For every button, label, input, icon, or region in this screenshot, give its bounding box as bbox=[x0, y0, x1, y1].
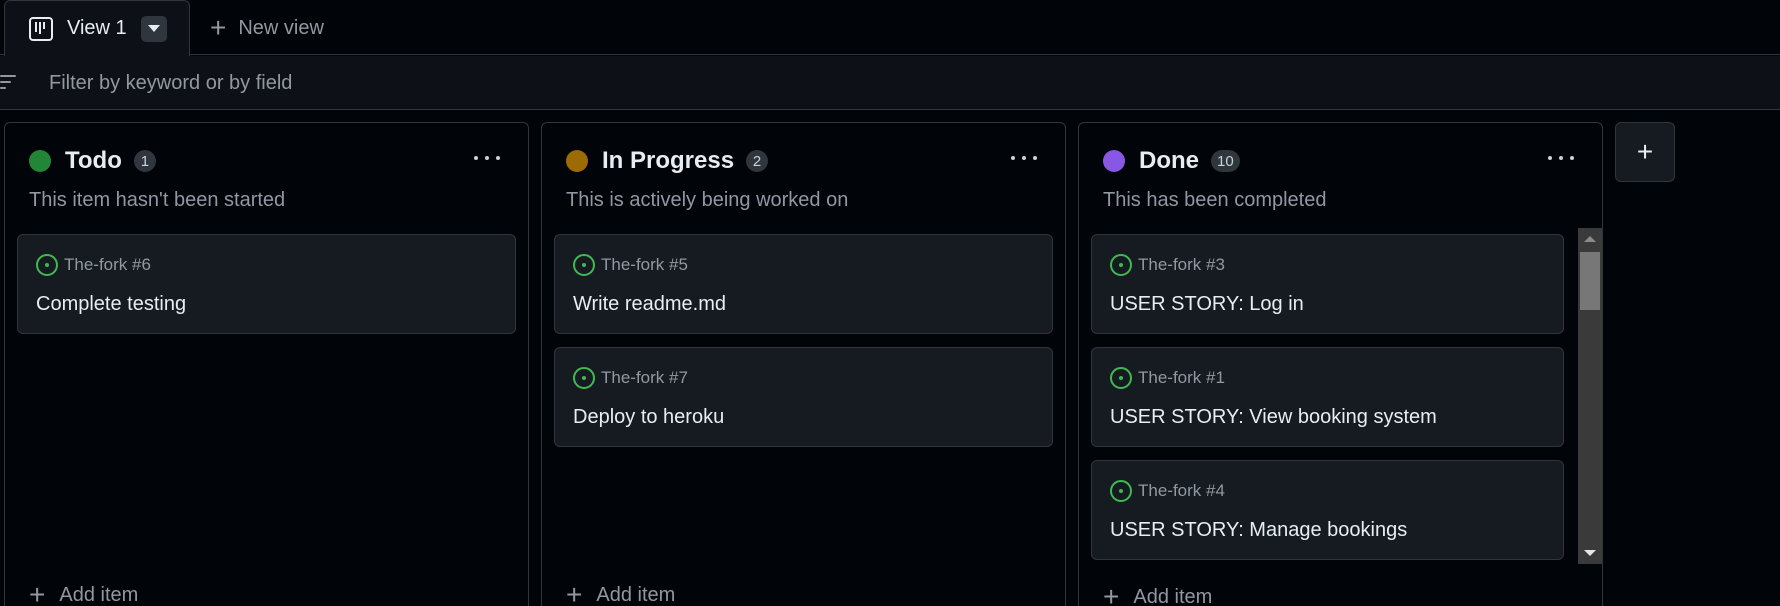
count-badge: 10 bbox=[1211, 150, 1240, 172]
issue-opened-icon bbox=[1110, 367, 1132, 389]
add-item-button[interactable]: + Add item bbox=[1103, 583, 1212, 606]
card-ref: The-fork #3 bbox=[1138, 255, 1225, 274]
issue-card[interactable]: The-fork #6 Complete testing bbox=[17, 234, 516, 334]
add-column-button[interactable]: + bbox=[1615, 122, 1675, 182]
column-menu-button[interactable] bbox=[1548, 153, 1574, 163]
add-item-label: Add item bbox=[1133, 585, 1213, 606]
add-item-label: Add item bbox=[596, 583, 676, 606]
column-description: This has been completed bbox=[1103, 189, 1327, 211]
issue-opened-icon bbox=[573, 254, 595, 276]
column-header: Todo 1 bbox=[29, 147, 156, 175]
column-header: In Progress 2 bbox=[566, 147, 769, 175]
column-done: Done 10 This has been completed The-fork… bbox=[1078, 122, 1603, 606]
card-ref: The-fork #1 bbox=[1138, 368, 1225, 387]
filter-bar: Filter by keyword or by field bbox=[0, 56, 1780, 110]
new-view-button[interactable]: + New view bbox=[210, 12, 324, 44]
scrollbar-thumb[interactable] bbox=[1580, 252, 1600, 310]
card-title[interactable]: USER STORY: View booking system bbox=[1110, 406, 1437, 429]
card-ref: The-fork #6 bbox=[64, 255, 151, 274]
issue-card[interactable]: The-fork #5 Write readme.md bbox=[554, 234, 1053, 334]
column-header: Done 10 bbox=[1103, 147, 1240, 175]
issue-card[interactable]: The-fork #4 USER STORY: Manage bookings bbox=[1091, 460, 1564, 560]
card-title[interactable]: Write readme.md bbox=[573, 293, 726, 316]
issue-opened-icon bbox=[573, 367, 595, 389]
scroll-down-icon[interactable] bbox=[1584, 550, 1596, 556]
filter-input[interactable]: Filter by keyword or by field bbox=[49, 72, 292, 95]
issue-opened-icon bbox=[1110, 480, 1132, 502]
filter-icon[interactable] bbox=[0, 75, 16, 91]
count-badge: 2 bbox=[746, 150, 769, 172]
column-title: Todo bbox=[65, 147, 122, 174]
add-item-button[interactable]: + Add item bbox=[29, 581, 138, 606]
project-board-icon bbox=[29, 16, 53, 41]
issue-card[interactable]: The-fork #7 Deploy to heroku bbox=[554, 347, 1053, 447]
status-dot-icon bbox=[29, 150, 51, 172]
card-meta: The-fork #7 bbox=[573, 367, 688, 389]
card-ref: The-fork #7 bbox=[601, 368, 688, 387]
plus-icon: + bbox=[1636, 136, 1654, 167]
issue-card[interactable]: The-fork #3 USER STORY: Log in bbox=[1091, 234, 1564, 334]
issue-opened-icon bbox=[1110, 254, 1132, 276]
column-title: Done bbox=[1139, 147, 1199, 174]
add-item-button[interactable]: + Add item bbox=[566, 581, 675, 606]
card-ref: The-fork #4 bbox=[1138, 481, 1225, 500]
tab-view-1[interactable]: View 1 bbox=[4, 0, 190, 56]
card-ref: The-fork #5 bbox=[601, 255, 688, 274]
card-title[interactable]: Deploy to heroku bbox=[573, 406, 724, 429]
card-title[interactable]: Complete testing bbox=[36, 293, 186, 316]
card-meta: The-fork #6 bbox=[36, 254, 151, 276]
card-title[interactable]: USER STORY: Log in bbox=[1110, 293, 1304, 316]
column-description: This item hasn't been started bbox=[29, 189, 286, 211]
card-meta: The-fork #1 bbox=[1110, 367, 1225, 389]
scrollbar[interactable] bbox=[1578, 228, 1602, 564]
plus-icon: + bbox=[210, 12, 227, 43]
new-view-label: New view bbox=[238, 16, 324, 39]
column-description: This is actively being worked on bbox=[566, 189, 849, 211]
card-meta: The-fork #3 bbox=[1110, 254, 1225, 276]
count-badge: 1 bbox=[133, 150, 156, 172]
column-in-progress: In Progress 2 This is actively being wor… bbox=[541, 122, 1066, 606]
card-title[interactable]: USER STORY: Manage bookings bbox=[1110, 519, 1407, 542]
issue-card[interactable]: The-fork #1 USER STORY: View booking sys… bbox=[1091, 347, 1564, 447]
plus-icon: + bbox=[29, 579, 46, 606]
chevron-down-icon[interactable] bbox=[140, 15, 167, 42]
column-todo: Todo 1 This item hasn't been started The… bbox=[4, 122, 529, 606]
plus-icon: + bbox=[1103, 581, 1120, 606]
tab-label: View 1 bbox=[67, 17, 127, 39]
status-dot-icon bbox=[1103, 150, 1125, 172]
status-dot-icon bbox=[566, 150, 588, 172]
card-meta: The-fork #4 bbox=[1110, 480, 1225, 502]
card-meta: The-fork #5 bbox=[573, 254, 688, 276]
column-title: In Progress bbox=[602, 147, 735, 174]
add-item-label: Add item bbox=[59, 583, 139, 606]
scroll-up-icon[interactable] bbox=[1584, 236, 1596, 242]
issue-opened-icon bbox=[36, 254, 58, 276]
column-menu-button[interactable] bbox=[474, 153, 500, 163]
plus-icon: + bbox=[566, 579, 583, 606]
view-tab-bar: View 1 + New view bbox=[0, 0, 1780, 56]
column-menu-button[interactable] bbox=[1011, 153, 1037, 163]
